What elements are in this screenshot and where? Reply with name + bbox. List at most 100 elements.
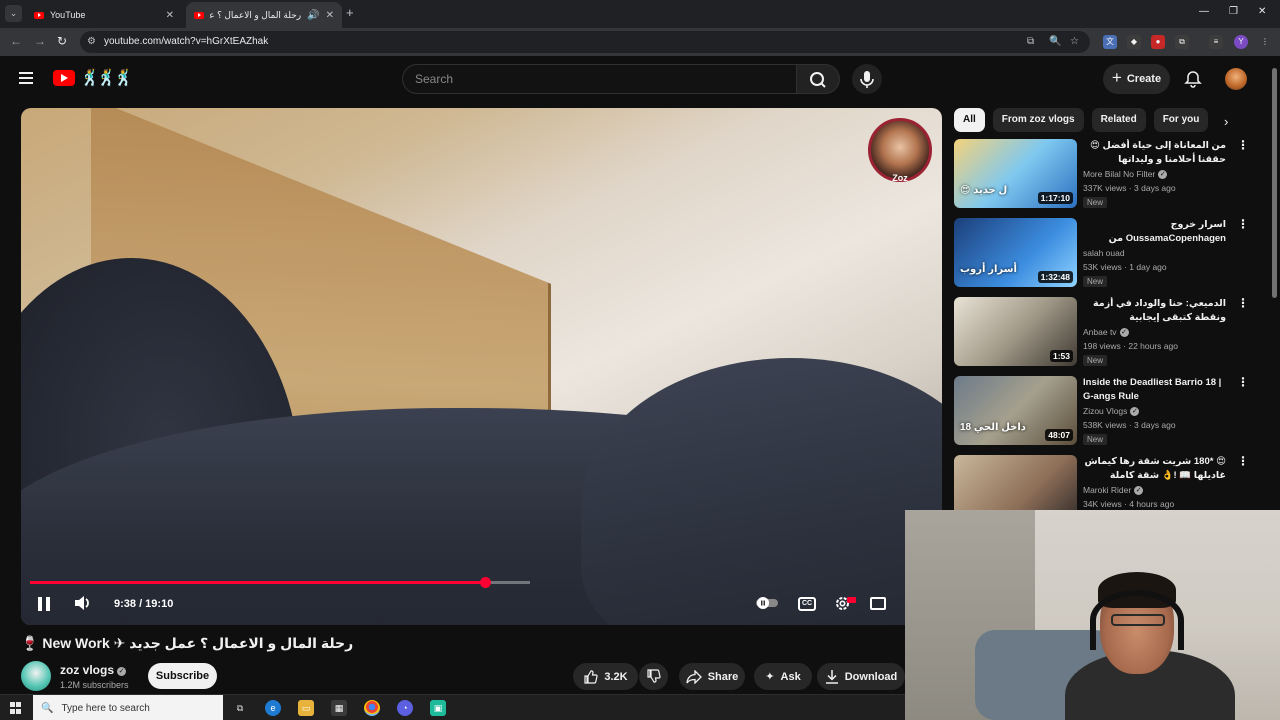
share-label: Share — [707, 670, 739, 683]
file-explorer-icon[interactable]: ▭ — [298, 700, 314, 716]
minimize-window-icon[interactable]: — — [1199, 6, 1209, 17]
reload-icon[interactable]: ↻ — [57, 34, 67, 48]
recommendation-item[interactable]: داخل الحي 18 48:07 Inside the Deadliest … — [954, 376, 1254, 448]
youtube-logo-icon[interactable] — [53, 70, 75, 86]
close-tab-icon[interactable]: ✕ — [166, 10, 174, 21]
task-view-icon[interactable]: ⧉ — [232, 700, 248, 716]
more-options-icon[interactable]: ⋮ — [1237, 455, 1249, 467]
recommendation-meta: 538K views · 3 days ago — [1083, 420, 1176, 430]
search-icon — [810, 72, 826, 88]
recommendation-channel[interactable]: More Bilal No Filter ✓ — [1083, 169, 1168, 179]
more-options-icon[interactable]: ⋮ — [1237, 218, 1249, 230]
zoom-icon[interactable]: 🔍 — [1049, 36, 1061, 47]
tab-current-video[interactable]: رحلة المال و الاعمال ؟ عمل ج... 🔊 ✕ — [186, 2, 342, 28]
chip-for-you[interactable]: For you — [1153, 108, 1209, 132]
duration-badge: 1:32:48 — [1037, 271, 1073, 283]
doodle-dancers-icon[interactable]: 🕺🕺🕺 — [80, 68, 134, 88]
webcam-overlay — [905, 510, 1280, 720]
volume-button[interactable] — [74, 595, 92, 616]
create-button[interactable]: + Create — [1103, 64, 1170, 94]
recommendation-item[interactable]: أسرار أروب 1:32:48 اسرار خروج OussamaCop… — [954, 218, 1254, 290]
search-input[interactable] — [415, 65, 775, 93]
recommendation-item[interactable]: ل جديد 😍 1:17:10 من المعاناة إلى حياة أف… — [954, 139, 1254, 211]
video-thumbnail[interactable]: ل جديد 😍 1:17:10 — [954, 139, 1077, 208]
progress-scrubber[interactable] — [480, 577, 491, 588]
account-avatar[interactable] — [1225, 68, 1247, 90]
close-window-icon[interactable]: ✕ — [1258, 6, 1266, 17]
verified-check-icon: ✓ — [1130, 407, 1140, 416]
new-tab-button[interactable]: + — [346, 5, 354, 20]
extension-translate-icon[interactable]: 文 — [1103, 35, 1117, 49]
extension-diamond-icon[interactable]: ◆ — [1127, 35, 1141, 49]
recommendation-channel[interactable]: Anbae tv ✓ — [1083, 327, 1129, 337]
back-icon[interactable]: ← — [10, 34, 22, 48]
video-thumbnail[interactable]: أسرار أروب 1:32:48 — [954, 218, 1077, 287]
address-bar[interactable]: ⚙ youtube.com/watch?v=hGrXtEAZhak ⧉ 🔍 ☆ — [80, 31, 1090, 53]
notifications-bell-icon[interactable] — [1184, 70, 1202, 93]
edge-browser-icon[interactable]: e — [265, 700, 281, 716]
taskbar-search-placeholder: Type here to search — [61, 702, 150, 714]
chip-all[interactable]: All — [954, 108, 985, 132]
chip-related[interactable]: Related — [1091, 108, 1146, 132]
site-info-icon[interactable]: ⚙ — [87, 36, 96, 47]
install-app-icon[interactable]: ⧉ — [1027, 36, 1034, 47]
reading-list-icon[interactable]: ≡ — [1209, 35, 1223, 49]
more-options-icon[interactable]: ⋮ — [1237, 297, 1249, 309]
more-options-icon[interactable]: ⋮ — [1237, 376, 1249, 388]
tab-search-button[interactable]: ⌄ — [5, 5, 22, 22]
channel-watermark[interactable]: Zoz — [868, 118, 932, 183]
recommendation-channel[interactable]: Zizou Vlogs ✓ — [1083, 406, 1140, 416]
thumbnail-text: أسرار أروب — [960, 264, 1017, 275]
video-player[interactable]: Zoz 9:38 / 19:10 CC — [21, 108, 942, 625]
recommendation-title[interactable]: 😍 *180 شريت شقة رها كيماش غاديلها 📖 !👌 ش… — [1083, 455, 1226, 483]
channel-name-row[interactable]: zoz vlogs ✓ — [60, 663, 127, 677]
subtitles-button[interactable]: CC — [798, 597, 816, 611]
recommendation-title[interactable]: Inside the Deadliest Barrio 18 | G-angs … — [1083, 376, 1226, 404]
chevron-right-icon[interactable]: › — [1224, 114, 1228, 129]
chip-from-channel[interactable]: From zoz vlogs — [992, 108, 1084, 132]
dislike-button[interactable] — [639, 663, 668, 690]
voice-search-button[interactable] — [852, 64, 882, 94]
like-button[interactable]: 3.2K — [573, 663, 638, 690]
recommendation-title[interactable]: الدميعي: حنا والوداد في أزمة ونقطة كتبقى… — [1083, 297, 1226, 325]
search-icon: 🔍 — [41, 702, 54, 714]
profile-icon[interactable]: Y — [1234, 35, 1248, 49]
ask-button[interactable]: ✦ Ask — [754, 663, 812, 690]
page-scrollbar[interactable] — [1272, 68, 1277, 298]
recommendation-channel[interactable]: salah ouad — [1083, 248, 1125, 258]
youtube-favicon-icon — [194, 11, 204, 19]
recommendation-title[interactable]: اسرار خروج OussamaCopenhagen من الفن.. — [1083, 218, 1226, 246]
discord-icon[interactable]: ◔ — [397, 700, 413, 716]
chrome-icon[interactable] — [364, 700, 380, 716]
recommendation-channel[interactable]: Maroki Rider ✓ — [1083, 485, 1144, 495]
extension-red-icon[interactable]: ● — [1151, 35, 1165, 49]
download-button[interactable]: Download — [817, 663, 905, 690]
menu-icon[interactable] — [19, 72, 33, 84]
tab-youtube[interactable]: YouTube ✕ — [26, 2, 182, 28]
extensions-puzzle-icon[interactable]: ⧉ — [1175, 35, 1189, 49]
more-options-icon[interactable]: ⋮ — [1237, 139, 1249, 151]
search-button[interactable] — [796, 64, 840, 94]
taskbar-search[interactable]: 🔍 Type here to search — [33, 695, 223, 720]
audio-playing-icon[interactable]: 🔊 — [307, 10, 319, 21]
autoplay-toggle[interactable] — [756, 596, 778, 610]
close-tab-icon[interactable]: ✕ — [326, 10, 334, 21]
pause-button[interactable] — [38, 597, 50, 611]
bookmark-star-icon[interactable]: ☆ — [1070, 36, 1079, 47]
restore-window-icon[interactable]: ❐ — [1229, 6, 1238, 17]
recommendation-item[interactable]: 1:53 الدميعي: حنا والوداد في أزمة ونقطة … — [954, 297, 1254, 369]
subscribe-button[interactable]: Subscribe — [148, 663, 217, 689]
progress-bar[interactable] — [30, 577, 530, 588]
recommendation-title[interactable]: من المعاناة إلى حياة أفضل 😍 حققنا أحلامن… — [1083, 139, 1226, 167]
windows-start-icon[interactable] — [10, 702, 22, 714]
thumbs-up-icon — [584, 670, 598, 684]
browser-menu-icon[interactable]: ⋮ — [1258, 35, 1272, 49]
video-thumbnail[interactable]: 1:53 — [954, 297, 1077, 366]
store-icon[interactable]: ▦ — [331, 700, 347, 716]
share-button[interactable]: Share — [679, 663, 745, 690]
channel-avatar[interactable] — [21, 661, 51, 691]
video-thumbnail[interactable]: داخل الحي 18 48:07 — [954, 376, 1077, 445]
theater-mode-button[interactable] — [870, 597, 886, 610]
app-green-icon[interactable]: ▣ — [430, 700, 446, 716]
forward-icon[interactable]: → — [34, 34, 46, 48]
